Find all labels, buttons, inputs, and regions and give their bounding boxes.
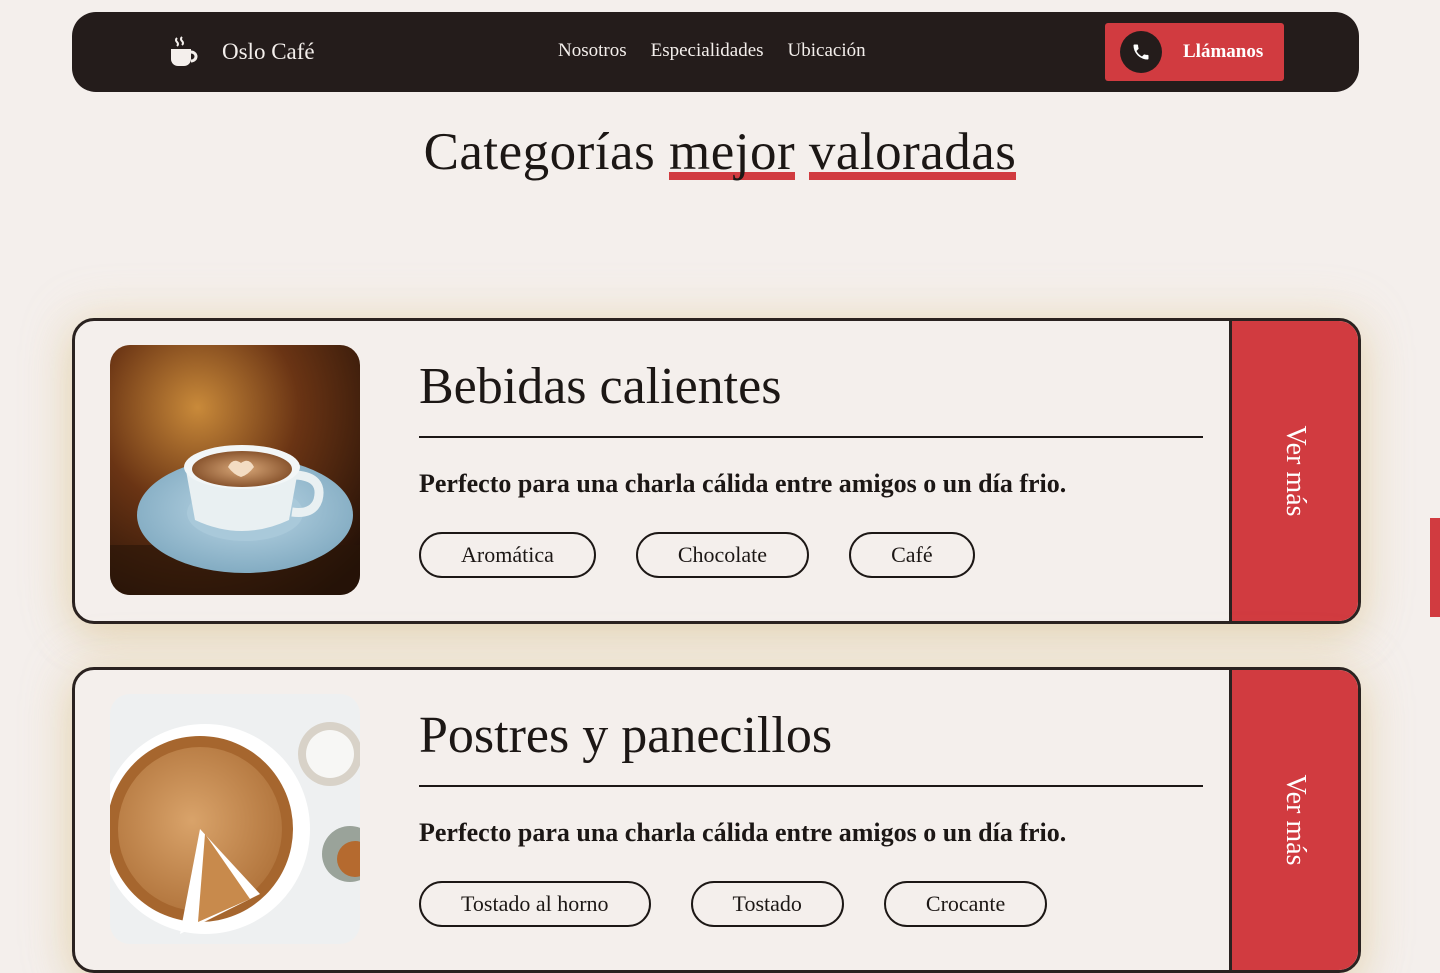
coffee-photo-illustration: [110, 345, 360, 595]
card-description: Perfecto para una charla cálida entre am…: [419, 818, 1067, 847]
call-button-label: Llámanos: [1183, 41, 1264, 62]
tag-chocolate[interactable]: Chocolate: [635, 532, 810, 578]
ver-mas-button[interactable]: Ver más: [1229, 321, 1358, 621]
brand-name: Oslo Café: [222, 39, 315, 64]
brand[interactable]: Oslo Café: [168, 36, 315, 68]
card-divider: [419, 436, 1203, 438]
category-card-bebidas: Bebidas calientes Perfecto para una char…: [72, 318, 1361, 624]
nav-link-especialidades[interactable]: Especialidades: [651, 40, 764, 62]
phone-icon: [1133, 44, 1149, 60]
ver-mas-label: Ver más: [1280, 774, 1311, 866]
heading-word-1: Categorías: [423, 123, 656, 181]
main-menu: Nosotros Especialidades Ubicación: [558, 40, 866, 62]
call-button[interactable]: Llámanos: [1105, 23, 1284, 81]
pie-photo-illustration: [110, 694, 360, 944]
coffee-cup-icon: [171, 36, 198, 66]
pie-image: [110, 694, 360, 944]
tag-tostado-al-horno[interactable]: Tostado al horno: [419, 881, 651, 927]
heading-highlight-1: mejor: [668, 123, 796, 181]
coffee-cup-image: [110, 345, 360, 595]
card-title: Bebidas calientes: [419, 358, 782, 415]
tag-aromatica[interactable]: Aromática: [419, 532, 596, 578]
nav-link-nosotros[interactable]: Nosotros: [558, 40, 627, 62]
phone-icon-circle: [1120, 31, 1162, 73]
card-divider: [419, 785, 1203, 787]
side-scroll-tab[interactable]: [1430, 518, 1440, 617]
section-heading: Categorías mejor valoradas: [0, 122, 1440, 182]
tag-crocante[interactable]: Crocante: [883, 881, 1048, 927]
tag-cafe[interactable]: Café: [849, 532, 975, 578]
card-description: Perfecto para una charla cálida entre am…: [419, 469, 1067, 498]
card-tags: Tostado al horno Tostado Crocante: [419, 881, 1048, 927]
ver-mas-button[interactable]: Ver más: [1229, 670, 1358, 970]
tag-tostado[interactable]: Tostado: [690, 881, 844, 927]
heading-highlight-2: valoradas: [808, 123, 1017, 181]
ver-mas-label: Ver más: [1280, 425, 1311, 517]
top-navbar: Oslo Café Nosotros Especialidades Ubicac…: [72, 12, 1359, 92]
card-tags: Aromática Chocolate Café: [419, 532, 975, 578]
nav-link-ubicacion[interactable]: Ubicación: [788, 40, 866, 62]
card-title: Postres y panecillos: [419, 707, 833, 764]
category-card-postres: Postres y panecillos Perfecto para una c…: [72, 667, 1361, 973]
